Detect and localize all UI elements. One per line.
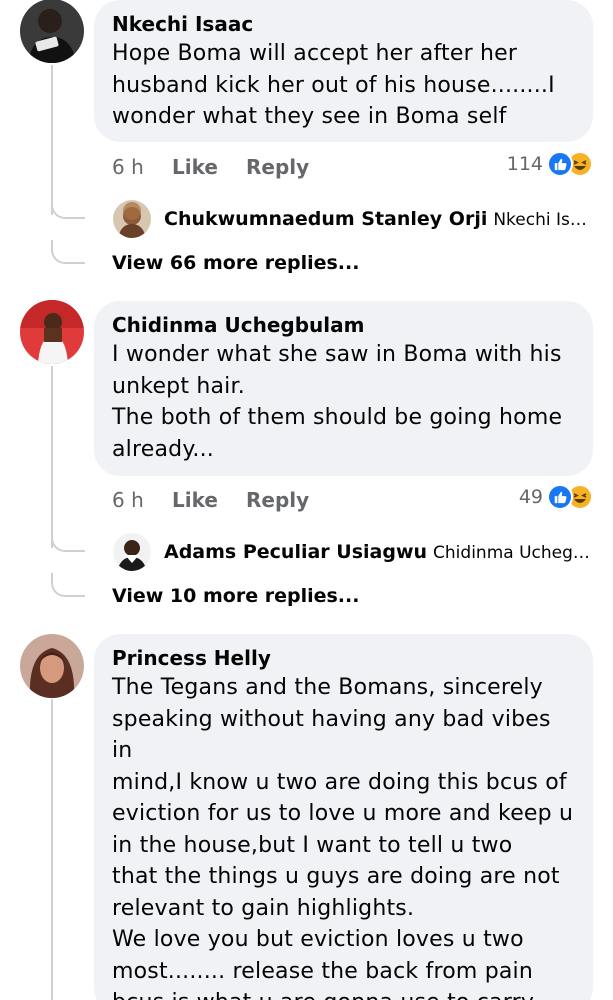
view-more-replies-link[interactable]: View 66 more replies... xyxy=(112,252,359,274)
thread-connector xyxy=(51,573,85,597)
reply-avatar[interactable] xyxy=(113,200,151,238)
comment-text-line: that the things u guys are doing are not xyxy=(112,864,560,889)
comment-text-line: speaking without having any bad vibes in xyxy=(112,706,551,764)
reaction-count: 114 xyxy=(506,153,543,175)
reply-preview[interactable]: Chukwumnaedum Stanley Orji Nkechi Isaac.… xyxy=(164,208,594,230)
reply-button[interactable]: Reply xyxy=(246,155,309,179)
avatar-nkechi[interactable] xyxy=(20,0,84,63)
reply-author[interactable]: Chukwumnaedum Stanley Orji xyxy=(164,208,487,230)
comment-text-line: Hope Boma will accept her after her xyxy=(112,41,518,66)
comment-text-line: already... xyxy=(112,436,214,462)
comment-bubble[interactable]: Chidinma Uchegbulam I wonder what she sa… xyxy=(94,301,593,476)
reply-author[interactable]: Adams Peculiar Usiagwu xyxy=(164,541,427,563)
thumbs-up-icon xyxy=(547,484,573,510)
comment-text-line: unkept hair. xyxy=(112,373,245,399)
thread-line xyxy=(51,699,53,1000)
reaction-summary[interactable]: 114 xyxy=(507,151,593,177)
comment-time[interactable]: 6 h xyxy=(112,488,172,512)
thumbs-up-icon xyxy=(547,151,573,177)
like-button[interactable]: Like xyxy=(172,155,246,179)
reply-avatar[interactable] xyxy=(113,533,151,571)
comment-time[interactable]: 6 h xyxy=(112,155,172,179)
comment-actions: 6 h Like Reply xyxy=(112,155,309,179)
comment-text-line: wonder what they see in Boma self xyxy=(112,104,507,129)
comment-bubble[interactable]: Princess Helly The Tegans and the Bomans… xyxy=(94,634,593,1000)
comment-text-line: I wonder what she saw in Boma with his xyxy=(112,342,562,367)
view-more-replies-link[interactable]: View 10 more replies... xyxy=(112,585,359,607)
thread-connector xyxy=(51,240,85,264)
reaction-count: 49 xyxy=(518,486,543,508)
comment-text-line: most........ release the back from pain xyxy=(112,958,533,984)
comment-text-line: The both of them should be going home xyxy=(112,405,563,430)
thread-line xyxy=(51,65,53,215)
comment-author[interactable]: Nkechi Isaac xyxy=(112,10,575,38)
comment-bubble[interactable]: Nkechi Isaac Hope Boma will accept her a… xyxy=(94,0,593,142)
thread-connector xyxy=(51,195,85,219)
avatar-princess-helly[interactable] xyxy=(20,634,84,698)
avatar-chidinma[interactable] xyxy=(20,300,84,364)
thread-line xyxy=(51,366,53,548)
reaction-summary[interactable]: 49 xyxy=(519,484,593,510)
comment-text-line: We love you but eviction loves u two xyxy=(112,927,524,952)
reply-preview[interactable]: Adams Peculiar Usiagwu Chidinma Uchegbul… xyxy=(164,541,594,563)
comment-text-line: bcus is what u are gonna use to carry xyxy=(112,987,575,1000)
comment-text-line: husband kick her out of his house.......… xyxy=(112,72,555,98)
thread-connector xyxy=(51,528,85,552)
reply-button[interactable]: Reply xyxy=(246,488,309,512)
comment-actions: 6 h Like Reply xyxy=(112,488,309,512)
comment-author[interactable]: Princess Helly xyxy=(112,644,575,672)
comment-text-line: in the house,but I want to tell u two xyxy=(112,832,513,858)
comment-text-line: The Tegans and the Bomans, sincerely xyxy=(112,675,543,700)
comment-text-line: mind,I know u two are doing this bcus of xyxy=(112,769,567,795)
like-button[interactable]: Like xyxy=(172,488,246,512)
reply-snippet: Chidinma Uchegbula... xyxy=(433,543,594,563)
comment-text-line: eviction for us to love u more and keep … xyxy=(112,801,574,826)
reply-snippet: Nkechi Isaac... xyxy=(493,210,594,230)
comment-author[interactable]: Chidinma Uchegbulam xyxy=(112,311,575,339)
comment-text-line: relevant to gain highlights. xyxy=(112,895,415,921)
